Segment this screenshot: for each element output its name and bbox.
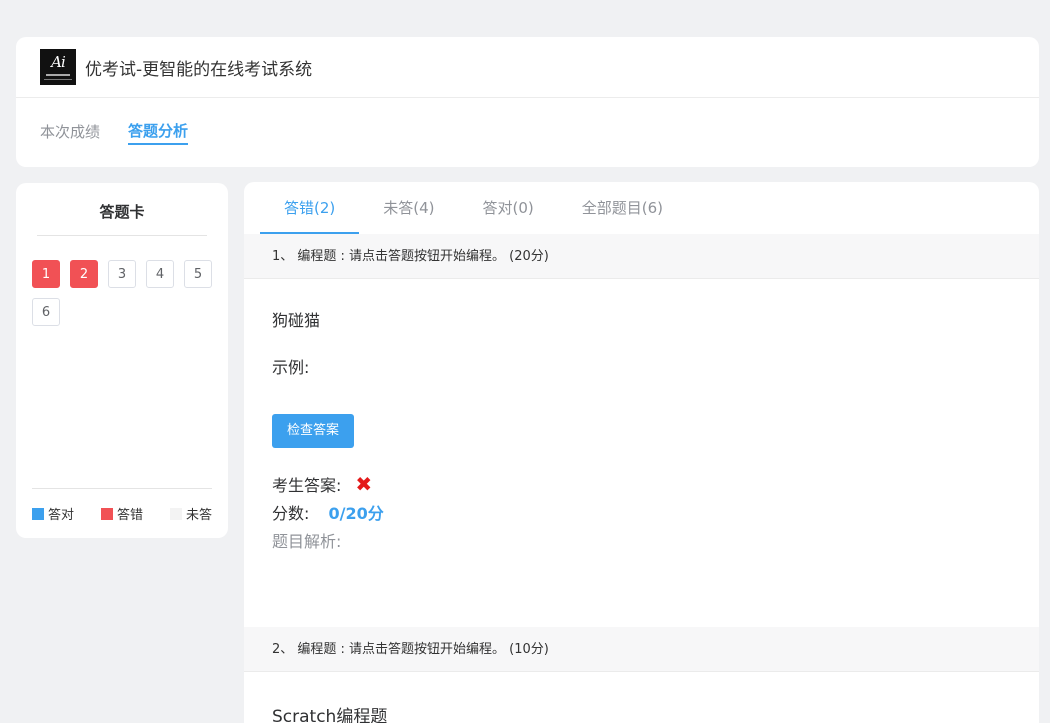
answer-card-title: 答题卡: [37, 201, 207, 236]
legend: 答对 答错 未答: [32, 488, 212, 523]
logo: Ai: [40, 49, 76, 85]
legend-label: 答对: [48, 508, 75, 523]
tab-wrong[interactable]: 答错(2): [260, 182, 360, 234]
legend-swatch-correct: [32, 507, 44, 520]
header-tabs: 本次成绩 答题分析: [16, 98, 1039, 166]
check-answer-button[interactable]: 检查答案: [272, 414, 354, 448]
tab-analysis[interactable]: 答题分析: [128, 120, 189, 145]
app-title: 优考试-更智能的在线考试系统: [85, 59, 313, 80]
tab-correct[interactable]: 答对(0): [459, 182, 558, 234]
question-title: 狗碰猫: [272, 311, 321, 330]
tab-unanswered[interactable]: 未答(4): [359, 182, 458, 234]
legend-label: 答错: [116, 508, 143, 523]
legend-unanswered: 未答: [169, 504, 212, 523]
question-body: 狗碰猫 示例: 检查答案 考生答案: ✖ 分数: 0/20分 题目解析:: [244, 279, 1039, 627]
question-number-button[interactable]: 1: [32, 260, 60, 288]
score-value: 0/20分: [328, 504, 384, 523]
score-row: 分数: 0/20分: [272, 500, 1011, 524]
question-title: Scratch编程题: [272, 707, 388, 723]
legend-label: 未答: [185, 508, 212, 523]
question-number-button[interactable]: 5: [184, 260, 212, 288]
tab-all[interactable]: 全部题目(6): [558, 182, 687, 234]
question-number-button[interactable]: 2: [70, 260, 98, 288]
answer-label: 考生答案:: [272, 476, 342, 495]
wrong-mark-icon: ✖: [355, 472, 373, 496]
legend-wrong: 答错: [100, 504, 143, 523]
analysis-label: 题目解析:: [272, 532, 342, 551]
question-number-button[interactable]: 6: [32, 298, 60, 326]
question-header: 1、 编程题 : 请点击答题按钮开始编程。 (20分): [244, 234, 1039, 279]
legend-correct: 答对: [32, 504, 74, 523]
brand-row: Ai 优考试-更智能的在线考试系统: [16, 37, 1039, 98]
question-number-button[interactable]: 4: [146, 260, 174, 288]
answer-card-panel: 答题卡 1 2 3 4 5 6 答对 答错 未答: [16, 183, 228, 538]
example-label: 示例:: [272, 358, 310, 377]
question-number-grid: 1 2 3 4 5 6: [32, 260, 222, 336]
tab-score[interactable]: 本次成绩: [40, 121, 100, 144]
filter-tabs: 答错(2) 未答(4) 答对(0) 全部题目(6): [244, 182, 1039, 234]
main-panel: 答错(2) 未答(4) 答对(0) 全部题目(6) 1、 编程题 : 请点击答题…: [244, 182, 1039, 723]
score-label: 分数:: [272, 504, 310, 523]
legend-swatch-unanswered: [169, 507, 182, 520]
answer-row: 考生答案: ✖: [272, 472, 1011, 496]
question-header: 2、 编程题 : 请点击答题按钮开始编程。 (10分): [244, 627, 1039, 672]
header-card: Ai 优考试-更智能的在线考试系统 本次成绩 答题分析: [16, 37, 1039, 167]
legend-swatch-wrong: [100, 507, 113, 520]
question-number-button[interactable]: 3: [108, 260, 136, 288]
